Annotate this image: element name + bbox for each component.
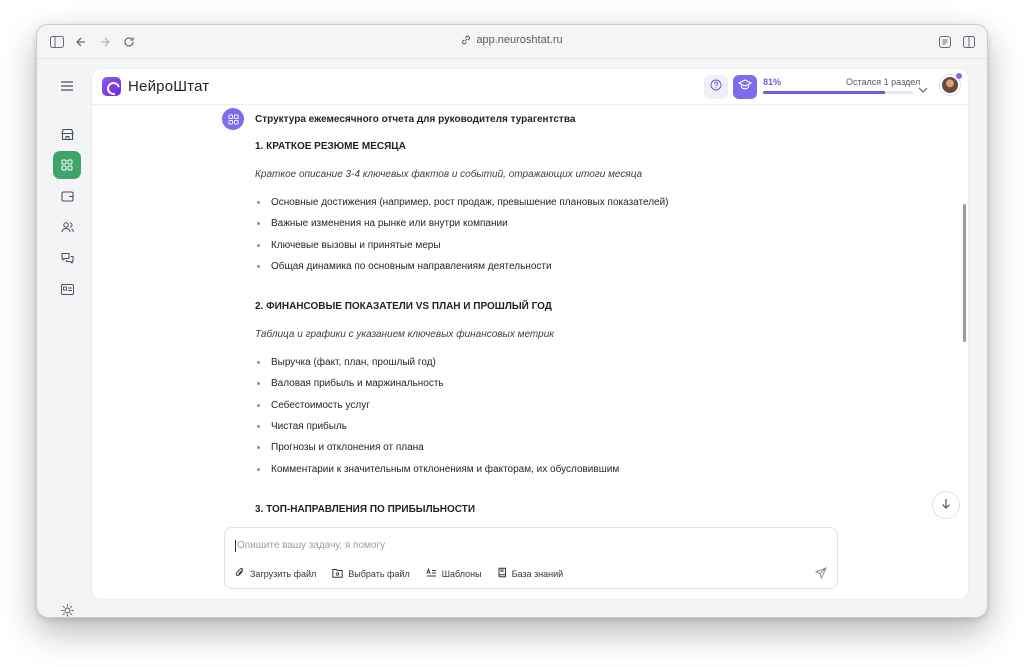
progress-fill (763, 91, 885, 94)
list-item: Валовая прибыль и маржинальность (255, 378, 815, 399)
reader-icon[interactable] (937, 34, 953, 50)
browser-window: app.neuroshtat.ru НейроШтат 81% Остался … (36, 24, 988, 618)
section-heading: 1. КРАТКОЕ РЕЗЮМЕ МЕСЯЦА (255, 141, 406, 152)
section-list: Выручка (факт, план, прошлый год) Валова… (255, 357, 815, 485)
task-input[interactable]: Опишите вашу задачу, я помогу (235, 540, 385, 552)
assistant-message-icon (222, 108, 244, 130)
list-item: Себестоимость услуг (255, 400, 815, 421)
progress-percent: 81% (763, 77, 782, 87)
paperclip-icon (235, 567, 245, 580)
text-format-icon (426, 567, 437, 579)
choose-file-label: Выбрать файл (348, 568, 410, 579)
upload-file-button[interactable]: Загрузить файл (235, 567, 316, 580)
users-icon[interactable] (53, 213, 81, 241)
section-heading: 3. ТОП-НАПРАВЛЕНИЯ ПО ПРИБЫЛЬНОСТИ (255, 503, 476, 515)
knowledge-base-label: База знаний (511, 568, 564, 579)
section-subtitle: Таблица и графики с указанием ключевых ф… (255, 329, 554, 341)
section-subtitle: Краткое описание 3-4 ключевых фактов и с… (255, 169, 643, 180)
app-header: НейроШтат 81% Остался 1 раздел (92, 69, 968, 105)
help-button[interactable] (704, 75, 728, 99)
app-panel: НейроШтат 81% Остался 1 раздел Структура… (91, 68, 969, 600)
list-item: Важные изменения на рынке или внутри ком… (255, 218, 815, 239)
send-icon[interactable] (814, 566, 827, 584)
brand-logo[interactable] (102, 77, 121, 96)
scroll-down-button[interactable] (932, 491, 960, 519)
section-list: Основные достижения (например, рост прод… (255, 197, 815, 282)
chevron-down-icon[interactable] (918, 80, 928, 98)
templates-label: Шаблоны (441, 568, 482, 579)
list-item: Основные достижения (например, рост прод… (255, 197, 815, 218)
list-item: Выручка (факт, план, прошлый год) (255, 357, 815, 378)
learning-button[interactable] (733, 75, 757, 99)
arrow-down-icon (941, 496, 951, 514)
composer: Опишите вашу задачу, я помогу Загрузить … (224, 527, 838, 589)
store-icon[interactable] (53, 120, 81, 148)
knowledge-base-button[interactable]: База знаний (498, 567, 564, 580)
progress-remaining: Остался 1 раздел (846, 77, 921, 87)
scrollbar[interactable] (963, 204, 966, 342)
theme-sun-icon[interactable] (53, 596, 81, 617)
list-item: Общая динамика по основным направлениям … (255, 261, 815, 282)
list-item: Прогнозы и отклонения от плана (255, 442, 815, 463)
link-icon (461, 35, 471, 48)
url-text: app.neuroshtat.ru (476, 34, 563, 46)
upload-file-label: Загрузить файл (250, 568, 317, 579)
templates-button[interactable]: Шаблоны (426, 567, 482, 580)
list-item: Комментарии к значительным отклонениям и… (255, 464, 815, 485)
browser-toolbar: app.neuroshtat.ru (37, 25, 987, 59)
left-nav (37, 60, 89, 617)
progress-bar (763, 91, 913, 94)
list-item: Чистая прибыль (255, 421, 815, 442)
choose-file-button[interactable]: Выбрать файл (332, 567, 410, 580)
question-circle-icon (710, 78, 722, 96)
composer-tools: Загрузить файл Выбрать файл Шаблоны База… (235, 567, 563, 580)
dashboard-icon[interactable] (53, 151, 81, 179)
address-bar[interactable]: app.neuroshtat.ru (37, 34, 987, 48)
notification-dot (956, 73, 962, 79)
brand-name[interactable]: НейроШтат (128, 78, 209, 95)
list-item: Ключевые вызовы и принятые меры (255, 240, 815, 261)
section-heading: 2. ФИНАНСОВЫЕ ПОКАЗАТЕЛИ VS ПЛАН И ПРОШЛ… (255, 301, 552, 313)
split-view-icon[interactable] (961, 34, 977, 50)
graduation-cap-icon (737, 78, 753, 96)
chat-icon[interactable] (53, 244, 81, 272)
id-card-icon[interactable] (53, 275, 81, 303)
wallet-icon[interactable] (53, 182, 81, 210)
message-body: 1. КРАТКОЕ РЕЗЮМЕ МЕСЯЦА Краткое описани… (255, 141, 815, 518)
book-icon (498, 567, 507, 580)
message-title: Структура ежемесячного отчета для руково… (255, 114, 576, 125)
menu-icon[interactable] (53, 72, 81, 100)
folder-icon (332, 568, 343, 580)
